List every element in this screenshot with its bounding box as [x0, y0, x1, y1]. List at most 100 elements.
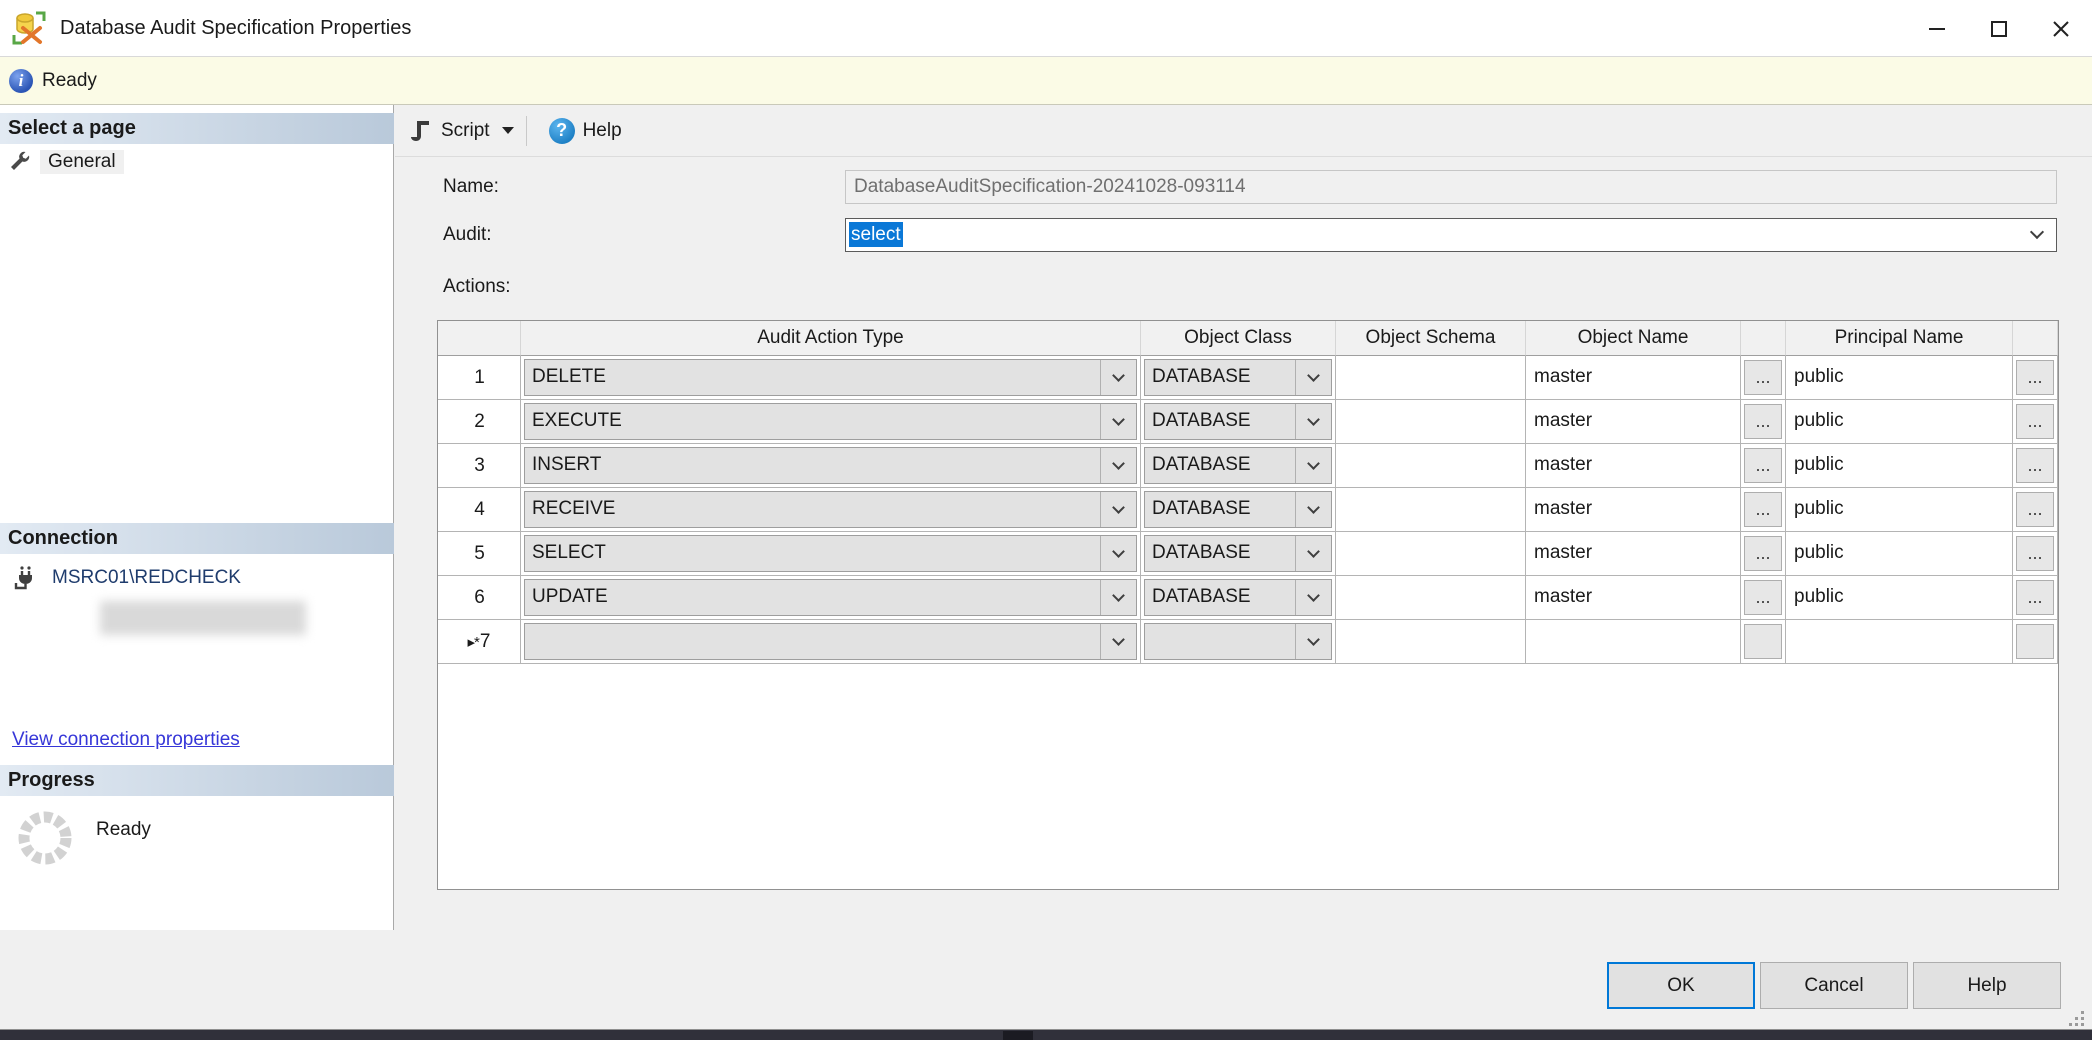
chevron-down-icon[interactable]	[1100, 580, 1136, 615]
chevron-down-icon[interactable]	[1295, 448, 1331, 483]
plug-icon	[12, 565, 38, 591]
principal-name-cell[interactable]: public	[1786, 356, 2013, 400]
column-header-principal-name: Principal Name	[1786, 321, 2013, 356]
dropdown-value	[525, 624, 1100, 659]
chevron-down-icon[interactable]	[1100, 360, 1136, 395]
chevron-down-icon[interactable]	[1295, 404, 1331, 439]
object-schema-cell[interactable]	[1336, 576, 1526, 620]
object-name-browse-button[interactable]: ...	[1744, 448, 1782, 483]
principal-browse-button[interactable]: ...	[2016, 536, 2054, 571]
object-class-dropdown[interactable]: DATABASE	[1144, 359, 1332, 396]
dropdown-value: DATABASE	[1145, 448, 1295, 483]
principal-name-cell[interactable]: public	[1786, 532, 2013, 576]
name-input[interactable]: DatabaseAuditSpecification-20241028-0931…	[845, 170, 2057, 204]
chevron-down-icon[interactable]	[502, 127, 514, 134]
principal-name-cell[interactable]: public	[1786, 576, 2013, 620]
chevron-down-icon[interactable]	[2030, 225, 2044, 239]
table-row: 2 EXECUTE DATABASE master ... public ...	[438, 400, 2058, 444]
principal-browse-button[interactable]: ...	[2016, 360, 2054, 395]
ok-button[interactable]: OK	[1607, 962, 1755, 1009]
principal-browse-button[interactable]: ...	[2016, 492, 2054, 527]
object-class-dropdown[interactable]	[1144, 623, 1332, 660]
principal-browse-button[interactable]: ...	[2016, 448, 2054, 483]
chevron-down-icon[interactable]	[1100, 404, 1136, 439]
chevron-down-icon[interactable]	[1100, 624, 1136, 659]
object-class-dropdown[interactable]: DATABASE	[1144, 447, 1332, 484]
object-class-dropdown[interactable]: DATABASE	[1144, 491, 1332, 528]
audit-action-type-dropdown[interactable]	[524, 623, 1137, 660]
audit-combobox[interactable]: select	[845, 218, 2057, 252]
object-schema-cell[interactable]	[1336, 532, 1526, 576]
object-name-cell[interactable]: master	[1526, 488, 1741, 532]
principal-name-cell[interactable]: public	[1786, 488, 2013, 532]
principal-browse-button[interactable]: ...	[2016, 404, 2054, 439]
audit-action-type-dropdown[interactable]: INSERT	[524, 447, 1137, 484]
audit-action-type-dropdown[interactable]: RECEIVE	[524, 491, 1137, 528]
chevron-down-icon[interactable]	[1295, 580, 1331, 615]
object-name-browse-button[interactable]: ...	[1744, 580, 1782, 615]
chevron-down-icon[interactable]	[1295, 624, 1331, 659]
principal-browse-button[interactable]	[2016, 624, 2054, 659]
object-name-cell[interactable]: master	[1526, 576, 1741, 620]
help-button[interactable]: Help	[1913, 962, 2061, 1009]
object-name-cell[interactable]: master	[1526, 356, 1741, 400]
object-schema-cell[interactable]	[1336, 400, 1526, 444]
audit-action-type-dropdown[interactable]: UPDATE	[524, 579, 1137, 616]
object-name-browse-button[interactable]: ...	[1744, 536, 1782, 571]
row-header[interactable]: ▸*7	[438, 620, 521, 664]
minimize-button[interactable]	[1906, 0, 1968, 57]
row-number: 2	[474, 411, 485, 433]
principal-name-cell[interactable]: public	[1786, 444, 2013, 488]
object-name-browse-button[interactable]: ...	[1744, 492, 1782, 527]
dropdown-value: DATABASE	[1145, 492, 1295, 527]
cell-value: public	[1786, 356, 2012, 398]
chevron-down-icon[interactable]	[1295, 492, 1331, 527]
view-connection-properties-link[interactable]: View connection properties	[12, 729, 240, 751]
select-a-page-header: Select a page	[0, 113, 394, 144]
resize-grip[interactable]	[2066, 1008, 2084, 1026]
object-name-cell[interactable]: master	[1526, 532, 1741, 576]
object-name-cell[interactable]: master	[1526, 400, 1741, 444]
row-header[interactable]: 3	[438, 444, 521, 488]
sidebar-item-general[interactable]: General	[8, 147, 124, 177]
dropdown-value: SELECT	[525, 536, 1100, 571]
object-schema-cell[interactable]	[1336, 444, 1526, 488]
row-header[interactable]: 1	[438, 356, 521, 400]
row-header[interactable]: 5	[438, 532, 521, 576]
principal-name-cell[interactable]: public	[1786, 400, 2013, 444]
chevron-down-icon[interactable]	[1100, 492, 1136, 527]
progress-spinner-icon	[16, 809, 74, 867]
object-name-browse-button[interactable]: ...	[1744, 360, 1782, 395]
chevron-down-icon[interactable]	[1295, 360, 1331, 395]
chevron-down-icon[interactable]	[1295, 536, 1331, 571]
object-name-browse-button[interactable]: ...	[1744, 404, 1782, 439]
object-schema-cell[interactable]	[1336, 620, 1526, 664]
object-schema-cell[interactable]	[1336, 356, 1526, 400]
object-name-browse-button[interactable]	[1744, 624, 1782, 659]
help-toolbar-button[interactable]: ? Help	[541, 111, 630, 151]
chevron-down-icon[interactable]	[1100, 536, 1136, 571]
status-text: Ready	[42, 70, 97, 92]
principal-name-cell[interactable]	[1786, 620, 2013, 664]
object-class-dropdown[interactable]: DATABASE	[1144, 579, 1332, 616]
row-header[interactable]: 4	[438, 488, 521, 532]
object-schema-cell[interactable]	[1336, 488, 1526, 532]
toolbar-separator	[526, 116, 527, 146]
principal-browse-button[interactable]: ...	[2016, 580, 2054, 615]
row-header[interactable]: 2	[438, 400, 521, 444]
close-button[interactable]	[2030, 0, 2092, 57]
object-class-dropdown[interactable]: DATABASE	[1144, 403, 1332, 440]
audit-action-type-dropdown[interactable]: DELETE	[524, 359, 1137, 396]
audit-action-type-dropdown[interactable]: SELECT	[524, 535, 1137, 572]
row-header[interactable]: 6	[438, 576, 521, 620]
object-name-cell[interactable]: master	[1526, 444, 1741, 488]
object-name-cell[interactable]	[1526, 620, 1741, 664]
name-label: Name:	[443, 170, 499, 204]
object-class-dropdown[interactable]: DATABASE	[1144, 535, 1332, 572]
connection-server-row: MSRC01\REDCHECK	[12, 563, 241, 593]
audit-action-type-dropdown[interactable]: EXECUTE	[524, 403, 1137, 440]
script-button[interactable]: Script	[401, 111, 522, 151]
cancel-button[interactable]: Cancel	[1760, 962, 1908, 1009]
maximize-button[interactable]	[1968, 0, 2030, 57]
chevron-down-icon[interactable]	[1100, 448, 1136, 483]
